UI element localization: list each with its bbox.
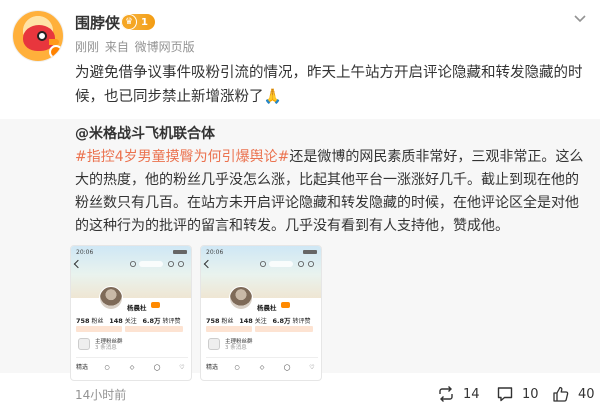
followers-count: 758 — [206, 317, 220, 325]
like-button[interactable]: 40 — [552, 385, 595, 403]
repost-icon — [439, 386, 453, 402]
post-text: 为避免借争议事件吸粉引流的情况，昨天上午站方开启评论隐藏和转发隐藏的时候，也已同… — [75, 62, 585, 109]
verified-badge-icon — [49, 45, 63, 59]
profile-toolbar-icons — [130, 261, 185, 267]
likes-label: 转评赞 — [162, 318, 181, 325]
username[interactable]: 围脖侠 — [75, 12, 120, 33]
profile-nav: 精选 ○ ◇ ◯ ♡ — [206, 364, 318, 374]
nav-icon: ◯ — [283, 364, 291, 371]
likes-label: 转评赞 — [292, 318, 311, 325]
following-label: 关注 — [124, 318, 137, 325]
vip-badge-icon — [281, 302, 290, 308]
nav-featured: 精选 — [76, 364, 89, 371]
following-label: 关注 — [254, 318, 267, 325]
nav-icon: ♡ — [179, 364, 185, 371]
repost-button[interactable]: 14 — [437, 385, 480, 403]
more-icon[interactable] — [572, 10, 588, 26]
nav-icon: ◇ — [129, 364, 135, 371]
profile-name: 杨晨杜 — [257, 304, 277, 312]
post-meta: 刚刚 来自 微博网页版 — [75, 38, 195, 55]
group-row: 主理粉丝群 3 条消息 — [225, 339, 253, 351]
followers-label: 粉丝 — [91, 318, 104, 325]
comment-button[interactable]: 10 — [496, 385, 539, 403]
post-source: 来自 微博网页版 — [104, 40, 195, 54]
followers-count: 758 — [76, 317, 90, 325]
like-icon — [553, 386, 569, 402]
pray-emoji-icon: 🙏 — [263, 88, 282, 105]
screenshot-image-2[interactable]: 20:06 杨晨杜 758 粉丝 148 关注 6.8万 转评赞 主理粉丝群 3… — [200, 245, 322, 381]
profile-tag — [125, 326, 183, 332]
profile-tag — [76, 326, 122, 332]
nav-icon: ○ — [234, 364, 240, 371]
like-count: 40 — [578, 386, 595, 402]
vip-crown-icon: ♛ — [121, 14, 137, 30]
group-icon — [78, 338, 90, 350]
nav-featured: 精选 — [206, 364, 219, 371]
profile-name: 杨晨杜 — [127, 304, 147, 312]
nav-icon: ○ — [104, 364, 110, 371]
nav-icon: ♡ — [309, 364, 315, 371]
retweet-timestamp[interactable]: 14小时前 — [75, 386, 126, 403]
profile-tag — [206, 326, 252, 332]
avatar[interactable] — [12, 10, 64, 62]
nav-icon: ◯ — [153, 364, 161, 371]
profile-stats: 758 粉丝 148 关注 6.8万 转评赞 — [76, 315, 180, 325]
profile-toolbar-icons — [260, 261, 315, 267]
profile-avatar — [99, 286, 123, 310]
divider — [206, 357, 318, 358]
group-sub: 3 条消息 — [225, 345, 247, 351]
battery-icon — [303, 250, 317, 254]
group-icon — [208, 338, 220, 350]
bird-eye — [37, 31, 47, 41]
following-count: 148 — [239, 317, 253, 325]
profile-avatar — [229, 286, 253, 310]
likes-count: 6.8万 — [272, 317, 291, 325]
nav-icon: ◇ — [259, 364, 265, 371]
topic-link[interactable]: #指控4岁男童摸臀为何引爆舆论# — [75, 149, 289, 165]
following-count: 148 — [109, 317, 123, 325]
profile-nav: 精选 ○ ◇ ◯ ♡ — [76, 364, 188, 374]
profile-tag — [255, 326, 313, 332]
status-time: 20:06 — [76, 249, 94, 256]
retweet-author[interactable]: @米格战斗飞机联合体 — [75, 123, 215, 143]
retweet-text: #指控4岁男童摸臀为何引爆舆论#还是微博的网民素质非常好，三观非常正。这么大的热… — [75, 146, 590, 238]
followers-label: 粉丝 — [221, 318, 234, 325]
vip-badge-icon — [151, 302, 160, 308]
group-row: 主理粉丝群 3 条消息 — [95, 339, 123, 351]
screenshot-image-1[interactable]: 20:06 杨晨杜 758 粉丝 148 关注 6.8万 转评赞 主理粉丝群 3… — [70, 245, 192, 381]
post-body: 为避免借争议事件吸粉引流的情况，昨天上午站方开启评论隐藏和转发隐藏的时候，也已同… — [75, 65, 583, 105]
vip-badge[interactable]: ♛ 1 — [121, 14, 155, 30]
profile-stats: 758 粉丝 148 关注 6.8万 转评赞 — [206, 315, 310, 325]
status-time: 20:06 — [206, 249, 224, 256]
divider — [76, 357, 188, 358]
group-sub: 3 条消息 — [95, 345, 117, 351]
post-time[interactable]: 刚刚 — [75, 40, 99, 54]
repost-count: 14 — [463, 386, 480, 402]
comment-count: 10 — [522, 386, 539, 402]
likes-count: 6.8万 — [142, 317, 161, 325]
battery-icon — [173, 250, 187, 254]
comment-icon — [497, 387, 513, 402]
vip-level: 1 — [141, 16, 148, 28]
